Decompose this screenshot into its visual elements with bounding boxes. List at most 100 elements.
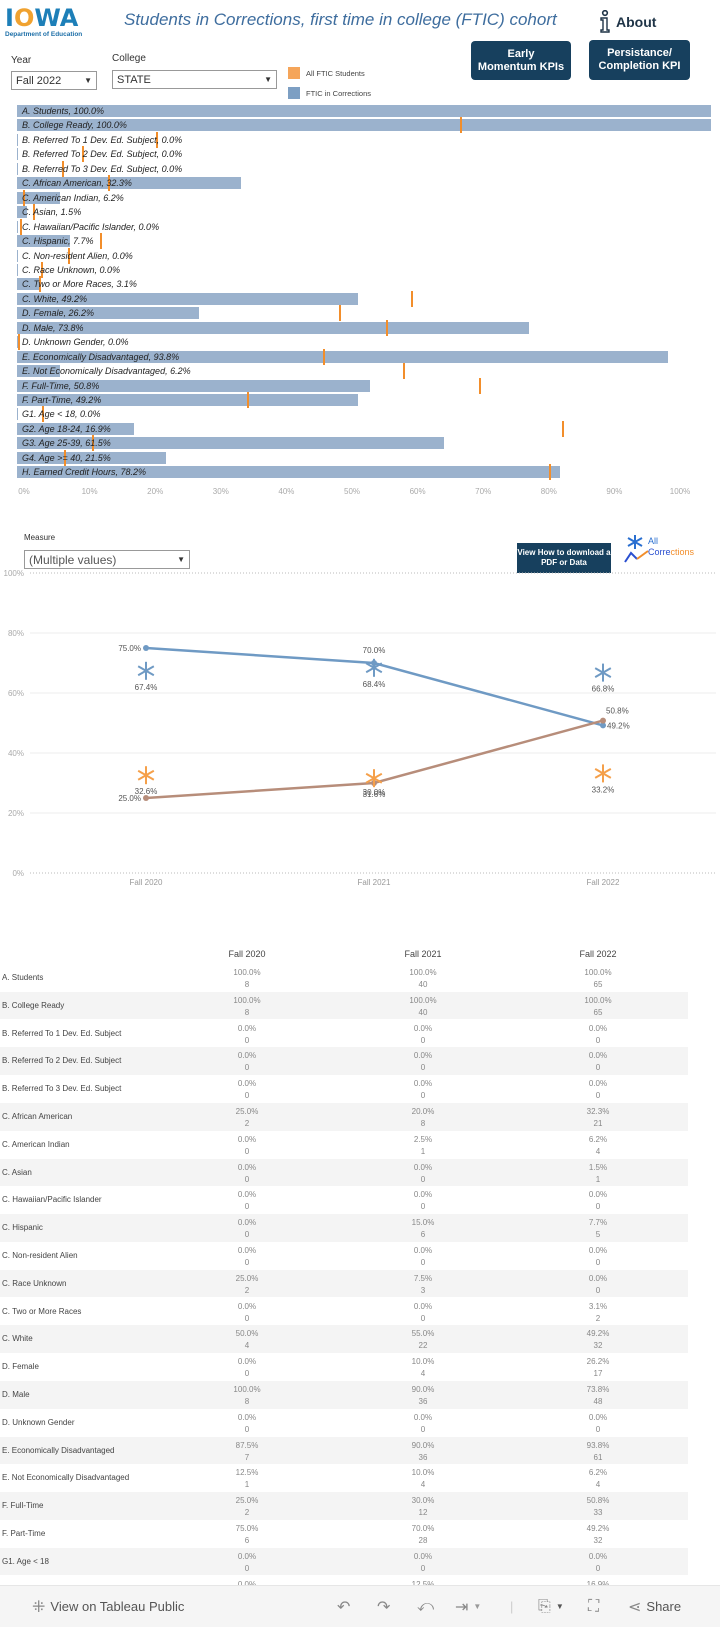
bar-row[interactable]: G2. Age 18-24, 16.9% [17, 420, 711, 437]
bar-row[interactable]: D. Unknown Gender, 0.0% [17, 334, 711, 351]
line-trend-icon [624, 550, 649, 563]
x-axis-tick-label: 90% [606, 487, 623, 496]
persistence-completion-button[interactable]: Persistance/ Completion KPI [589, 40, 690, 80]
bar-row[interactable]: E. Not Economically Disadvantaged, 6.2% [17, 363, 711, 380]
cell-percent: 0.0% [413, 1162, 433, 1172]
bar-row[interactable]: B. Referred To 2 Dev. Ed. Subject, 0.0% [17, 146, 711, 163]
table-cell: 100.0% 65 [568, 967, 628, 990]
reference-tick-all-ftic[interactable] [99, 233, 102, 250]
iowa-logo[interactable]: IOWA Department of Education [5, 6, 125, 38]
cell-count: 0 [420, 1258, 426, 1267]
bar-corrections[interactable] [17, 133, 18, 146]
reference-tick-all-ftic[interactable] [385, 319, 388, 336]
table-row: C. Hawaiian/Pacific Islander 0.0% 0 0.0% 0 0.… [0, 1186, 688, 1214]
cell-count: 0 [595, 1424, 601, 1434]
bar-row[interactable]: C. Asian, 1.5% [17, 204, 711, 221]
bar-row[interactable]: C. White, 49.2% [17, 290, 711, 307]
reference-tick-all-ftic[interactable] [322, 348, 325, 365]
bar-corrections[interactable] [17, 148, 18, 161]
refresh-button[interactable]: ⇥ ▼ [455, 1597, 481, 1617]
bar-row[interactable]: G4. Age >= 40, 21.5% [17, 449, 711, 466]
measure-dropdown[interactable]: (Multiple values) ▼ [24, 550, 190, 569]
bar-row[interactable]: C. Race Unknown, 0.0% [17, 261, 711, 278]
reference-tick-all-ftic[interactable] [247, 392, 250, 408]
redo-button[interactable]: ↷ [377, 1597, 390, 1617]
table-cell: 1.5% 1 [568, 1162, 628, 1185]
cell-count: 36 [418, 1397, 428, 1406]
asterisk-marker[interactable] [137, 661, 155, 680]
download-icon: ⎘ [538, 1597, 551, 1615]
bar-row[interactable]: D. Male, 73.8% [17, 319, 711, 336]
undo-button[interactable]: ↶ [337, 1597, 350, 1617]
table-cell: 55.0% 22 [393, 1328, 453, 1351]
cell-count: 48 [593, 1397, 603, 1406]
bar-row[interactable]: C. Hispanic, 7.7% [17, 233, 711, 250]
bar-row[interactable]: H. Earned Credit Hours, 78.2% [17, 464, 711, 481]
early-momentum-button[interactable]: Early Momentum KPIs [471, 41, 571, 80]
bar-row[interactable]: C. African American, 32.3% [17, 175, 711, 192]
reference-tick-all-ftic[interactable] [562, 420, 565, 437]
bar-row[interactable]: G1. Age < 18, 0.0% [17, 406, 711, 423]
bar-label: C. American Indian, 6.2% [22, 192, 124, 203]
cell-percent: 1.5% [588, 1162, 608, 1172]
fullscreen-button[interactable]: ⛶ [588, 1598, 599, 1616]
bar-corrections[interactable] [17, 105, 711, 117]
bar-row[interactable]: B. Referred To 3 Dev. Ed. Subject, 0.0% [17, 160, 711, 177]
bar-corrections[interactable] [17, 408, 18, 421]
cell-count: 3 [420, 1285, 426, 1295]
reference-tick-all-ftic[interactable] [18, 334, 21, 351]
table-cell: 0.0% 0 [217, 1134, 277, 1157]
bar-label: G4. Age >= 40, 21.5% [22, 452, 111, 463]
bar-row[interactable]: C. Hawaiian/Pacific Islander, 0.0% [17, 218, 711, 235]
chevron-down-icon: ▼ [555, 1602, 564, 1611]
bar-row[interactable]: C. Non-resident Alien, 0.0% [17, 247, 711, 264]
download-button[interactable]: ⎘ ▼ [538, 1598, 564, 1616]
table-row: C. Asian 0.0% 0 0.0% 0 1.5% 1 [0, 1158, 688, 1187]
bar-corrections[interactable] [17, 249, 18, 262]
cell-percent: 0.0% [413, 1051, 433, 1061]
reference-tick-all-ftic[interactable] [478, 377, 481, 394]
reference-tick-all-ftic[interactable] [338, 305, 341, 322]
table-cell: 0.0% 0 [568, 1050, 628, 1073]
college-dropdown[interactable]: STATE ▼ [112, 70, 277, 89]
bar-corrections[interactable] [17, 162, 18, 175]
cell-percent: 30.0% [411, 1496, 435, 1506]
reference-tick-all-ftic[interactable] [403, 363, 406, 380]
bar-row[interactable]: F. Full-Time, 50.8% [17, 377, 711, 394]
reference-tick-all-ftic[interactable] [460, 117, 463, 134]
asterisk-marker[interactable] [594, 764, 612, 783]
year-dropdown[interactable]: Fall 2022 ▼ [11, 71, 97, 90]
bar-row[interactable]: F. Part-Time, 49.2% [17, 392, 711, 408]
reference-tick-all-ftic[interactable] [410, 290, 413, 307]
bar-row[interactable]: C. American Indian, 6.2% [17, 189, 711, 206]
bar-row[interactable]: E. Economically Disadvantaged, 93.8% [17, 348, 711, 365]
bar-row[interactable]: B. Referred To 1 Dev. Ed. Subject, 0.0% [17, 131, 711, 148]
data-point[interactable] [143, 645, 149, 651]
bar-corrections[interactable] [17, 321, 530, 334]
bar-row[interactable]: A. Students, 100.0% [17, 105, 711, 117]
asterisk-marker[interactable] [594, 663, 612, 682]
download-howto-button[interactable]: View How to download a PDF or Data [517, 543, 611, 573]
cell-percent: 10.0% [411, 1468, 435, 1478]
asterisk-marker[interactable] [137, 766, 155, 785]
bar-row[interactable]: G3. Age 25-39, 61.5% [17, 435, 711, 452]
bar-row[interactable]: C. Two or More Races, 3.1% [17, 276, 711, 293]
bar-row[interactable]: B. College Ready, 100.0% [17, 117, 711, 134]
cell-percent: 70.0% [411, 1524, 435, 1533]
about-button[interactable]: About [598, 10, 656, 34]
view-on-tableau-link[interactable]: ⁜ View on Tableau Public [32, 1597, 184, 1617]
table-cell: 100.0% 8 [217, 995, 277, 1018]
cell-percent: 7.7% [588, 1218, 608, 1228]
cell-percent: 50.0% [235, 1329, 259, 1339]
share-button[interactable]: ⋖ Share [628, 1597, 681, 1617]
bar-row[interactable]: D. Female, 26.2% [17, 305, 711, 322]
bar-corrections[interactable] [17, 263, 18, 276]
revert-button[interactable]: ⤺ [417, 1598, 434, 1616]
reference-tick-all-ftic[interactable] [548, 464, 551, 481]
cell-percent: 10.0% [411, 1357, 435, 1367]
table-cell: 0.0% 0 [217, 1217, 277, 1240]
cell-count: 8 [420, 1119, 426, 1128]
row-label: C. Race Unknown [2, 1278, 67, 1288]
data-point[interactable] [600, 717, 606, 724]
bar-corrections[interactable] [17, 220, 18, 233]
